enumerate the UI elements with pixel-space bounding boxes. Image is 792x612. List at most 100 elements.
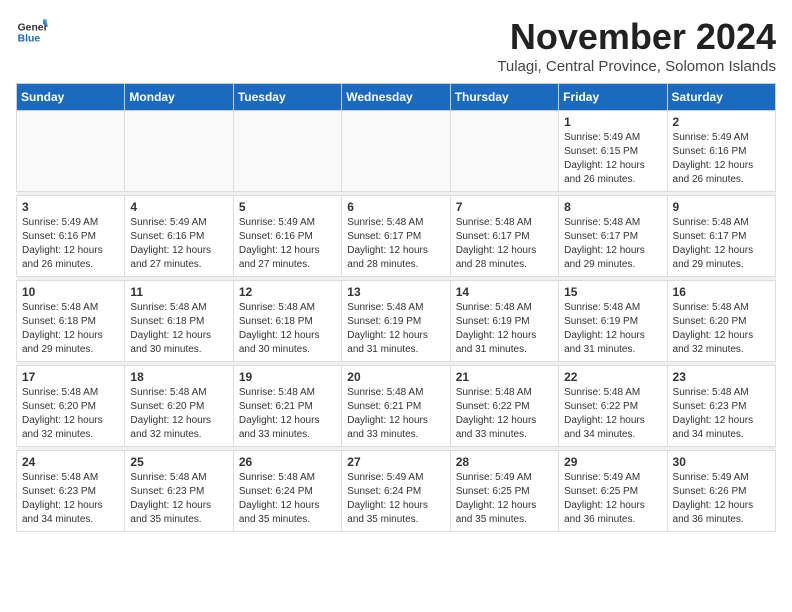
day-detail: Sunrise: 5:48 AM Sunset: 6:19 PM Dayligh… (347, 301, 444, 357)
day-detail: Sunrise: 5:48 AM Sunset: 6:18 PM Dayligh… (239, 301, 336, 357)
table-row: 16 Sunrise: 5:48 AM Sunset: 6:20 PM Dayli… (667, 281, 775, 362)
day-number: 7 (456, 200, 553, 214)
day-detail: Sunrise: 5:48 AM Sunset: 6:19 PM Dayligh… (564, 301, 661, 357)
table-row: 28 Sunrise: 5:49 AM Sunset: 6:25 PM Dayli… (450, 451, 558, 532)
day-number: 10 (22, 285, 119, 299)
table-row: 23 Sunrise: 5:48 AM Sunset: 6:23 PM Dayli… (667, 366, 775, 447)
day-detail: Sunrise: 5:48 AM Sunset: 6:23 PM Dayligh… (673, 386, 770, 442)
header-tuesday: Tuesday (233, 84, 341, 111)
day-number: 18 (130, 370, 227, 384)
day-detail: Sunrise: 5:49 AM Sunset: 6:25 PM Dayligh… (456, 471, 553, 527)
day-number: 1 (564, 115, 661, 129)
table-row: 25Sunrise: 5:48 AM Sunset: 6:23 PM Dayli… (125, 451, 233, 532)
day-number: 23 (673, 370, 770, 384)
day-number: 27 (347, 455, 444, 469)
day-detail: Sunrise: 5:48 AM Sunset: 6:21 PM Dayligh… (239, 386, 336, 442)
day-number: 5 (239, 200, 336, 214)
table-row: 20 Sunrise: 5:48 AM Sunset: 6:21 PM Dayli… (342, 366, 450, 447)
day-number: 17 (22, 370, 119, 384)
day-number: 2 (673, 115, 770, 129)
day-number: 26 (239, 455, 336, 469)
week-row-5: 24Sunrise: 5:48 AM Sunset: 6:23 PM Dayli… (17, 451, 776, 532)
day-number: 19 (239, 370, 336, 384)
week-row-2: 3 Sunrise: 5:49 AM Sunset: 6:16 PM Daylig… (17, 196, 776, 277)
day-detail: Sunrise: 5:48 AM Sunset: 6:18 PM Dayligh… (22, 301, 119, 357)
location-subtitle: Tulagi, Central Province, Solomon Island… (497, 58, 776, 75)
table-row: 19 Sunrise: 5:48 AM Sunset: 6:21 PM Dayli… (233, 366, 341, 447)
month-title: November 2024 (497, 16, 776, 58)
day-detail: Sunrise: 5:48 AM Sunset: 6:17 PM Dayligh… (564, 216, 661, 272)
day-detail: Sunrise: 5:49 AM Sunset: 6:25 PM Dayligh… (564, 471, 661, 527)
day-detail: Sunrise: 5:48 AM Sunset: 6:20 PM Dayligh… (130, 386, 227, 442)
day-detail: Sunrise: 5:48 AM Sunset: 6:22 PM Dayligh… (456, 386, 553, 442)
day-detail: Sunrise: 5:48 AM Sunset: 6:18 PM Dayligh… (130, 301, 227, 357)
table-row: 21 Sunrise: 5:48 AM Sunset: 6:22 PM Dayli… (450, 366, 558, 447)
week-row-3: 10 Sunrise: 5:48 AM Sunset: 6:18 PM Dayli… (17, 281, 776, 362)
day-detail: Sunrise: 5:49 AM Sunset: 6:16 PM Dayligh… (22, 216, 119, 272)
day-number: 14 (456, 285, 553, 299)
table-row: 29 Sunrise: 5:49 AM Sunset: 6:25 PM Dayli… (559, 451, 667, 532)
table-row: 27 Sunrise: 5:49 AM Sunset: 6:24 PM Dayli… (342, 451, 450, 532)
day-detail: Sunrise: 5:48 AM Sunset: 6:22 PM Dayligh… (564, 386, 661, 442)
table-row: 15 Sunrise: 5:48 AM Sunset: 6:19 PM Dayli… (559, 281, 667, 362)
day-number: 20 (347, 370, 444, 384)
day-number: 12 (239, 285, 336, 299)
day-number: 29 (564, 455, 661, 469)
day-number: 13 (347, 285, 444, 299)
table-row (342, 111, 450, 192)
day-detail: Sunrise: 5:49 AM Sunset: 6:15 PM Dayligh… (564, 131, 661, 187)
table-row (17, 111, 125, 192)
day-detail: Sunrise: 5:48 AM Sunset: 6:20 PM Dayligh… (673, 301, 770, 357)
table-row (125, 111, 233, 192)
table-row: 3 Sunrise: 5:49 AM Sunset: 6:16 PM Daylig… (17, 196, 125, 277)
svg-text:Blue: Blue (18, 34, 41, 45)
header-thursday: Thursday (450, 84, 558, 111)
day-detail: Sunrise: 5:48 AM Sunset: 6:21 PM Dayligh… (347, 386, 444, 442)
table-row: 13 Sunrise: 5:48 AM Sunset: 6:19 PM Dayli… (342, 281, 450, 362)
day-number: 3 (22, 200, 119, 214)
day-number: 15 (564, 285, 661, 299)
table-row: 12 Sunrise: 5:48 AM Sunset: 6:18 PM Dayli… (233, 281, 341, 362)
header-monday: Monday (125, 84, 233, 111)
day-number: 11 (130, 285, 227, 299)
table-row: 11 Sunrise: 5:48 AM Sunset: 6:18 PM Dayli… (125, 281, 233, 362)
day-detail: Sunrise: 5:48 AM Sunset: 6:17 PM Dayligh… (347, 216, 444, 272)
day-number: 9 (673, 200, 770, 214)
day-detail: Sunrise: 5:48 AM Sunset: 6:19 PM Dayligh… (456, 301, 553, 357)
table-row: 14 Sunrise: 5:48 AM Sunset: 6:19 PM Dayli… (450, 281, 558, 362)
table-row: 10 Sunrise: 5:48 AM Sunset: 6:18 PM Dayli… (17, 281, 125, 362)
table-row: 30Sunrise: 5:49 AM Sunset: 6:26 PM Dayli… (667, 451, 775, 532)
day-number: 28 (456, 455, 553, 469)
day-detail: Sunrise: 5:49 AM Sunset: 6:24 PM Dayligh… (347, 471, 444, 527)
day-number: 24 (22, 455, 119, 469)
day-number: 16 (673, 285, 770, 299)
day-detail: Sunrise: 5:48 AM Sunset: 6:20 PM Dayligh… (22, 386, 119, 442)
table-row: 22 Sunrise: 5:48 AM Sunset: 6:22 PM Dayli… (559, 366, 667, 447)
table-row: 6Sunrise: 5:48 AM Sunset: 6:17 PM Daylig… (342, 196, 450, 277)
weekday-header-row: Sunday Monday Tuesday Wednesday Thursday… (17, 84, 776, 111)
day-detail: Sunrise: 5:49 AM Sunset: 6:16 PM Dayligh… (130, 216, 227, 272)
table-row (233, 111, 341, 192)
table-row (450, 111, 558, 192)
table-row: 8Sunrise: 5:48 AM Sunset: 6:17 PM Daylig… (559, 196, 667, 277)
day-number: 4 (130, 200, 227, 214)
day-number: 22 (564, 370, 661, 384)
header-sunday: Sunday (17, 84, 125, 111)
header-wednesday: Wednesday (342, 84, 450, 111)
day-detail: Sunrise: 5:48 AM Sunset: 6:24 PM Dayligh… (239, 471, 336, 527)
table-row: 9Sunrise: 5:48 AM Sunset: 6:17 PM Daylig… (667, 196, 775, 277)
day-detail: Sunrise: 5:49 AM Sunset: 6:16 PM Dayligh… (673, 131, 770, 187)
title-block: November 2024 Tulagi, Central Province, … (497, 16, 776, 75)
day-number: 21 (456, 370, 553, 384)
header-friday: Friday (559, 84, 667, 111)
week-row-4: 17 Sunrise: 5:48 AM Sunset: 6:20 PM Dayli… (17, 366, 776, 447)
day-number: 30 (673, 455, 770, 469)
table-row: 7 Sunrise: 5:48 AM Sunset: 6:17 PM Daylig… (450, 196, 558, 277)
day-detail: Sunrise: 5:48 AM Sunset: 6:17 PM Dayligh… (456, 216, 553, 272)
table-row: 4 Sunrise: 5:49 AM Sunset: 6:16 PM Daylig… (125, 196, 233, 277)
day-number: 25 (130, 455, 227, 469)
table-row: 5Sunrise: 5:49 AM Sunset: 6:16 PM Daylig… (233, 196, 341, 277)
calendar-table: Sunday Monday Tuesday Wednesday Thursday… (16, 83, 776, 532)
week-row-1: 1 Sunrise: 5:49 AM Sunset: 6:15 PM Daylig… (17, 111, 776, 192)
page-header: General Blue November 2024 Tulagi, Centr… (16, 16, 776, 75)
